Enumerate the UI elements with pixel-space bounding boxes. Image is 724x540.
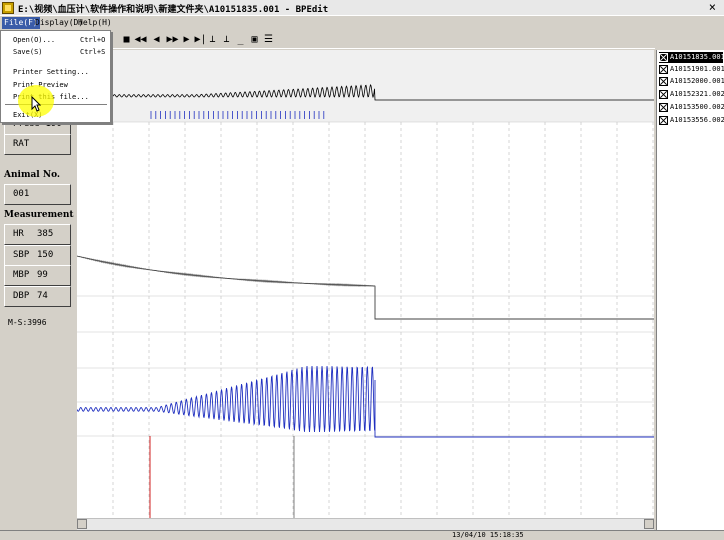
file-item[interactable]: A10153556.002 (659, 115, 724, 126)
ms-readout: M-S:3996 (8, 318, 47, 327)
mark-base-icon[interactable]: ⊥ (220, 33, 233, 47)
scroll-right-arrow[interactable] (644, 519, 654, 529)
file-checkbox-icon[interactable] (659, 115, 668, 125)
file-checkbox-icon[interactable] (659, 102, 668, 112)
mbp-field[interactable]: MBP 99 (4, 265, 71, 286)
file-menu-dropdown: Open(O)... Ctrl+O Save(S) Ctrl+S Printer… (0, 30, 111, 123)
file-checkbox-icon[interactable] (659, 76, 668, 86)
menu-item-printer-setting[interactable]: Printer Setting... (13, 68, 89, 76)
mark-peak-icon[interactable]: ⊥ (206, 33, 219, 47)
list-icon[interactable]: ☰ (262, 33, 275, 47)
animal-heading: Animal No. (4, 170, 61, 180)
rewind-icon[interactable]: ◀ (150, 33, 163, 47)
preview-icon[interactable]: ▣ (248, 33, 261, 47)
scroll-left-arrow[interactable] (77, 519, 87, 529)
status-bar: 13/04/10 15:18:35 (0, 530, 724, 540)
file-item[interactable]: A10152000.001 (659, 76, 724, 87)
dbp-value: 74 (37, 291, 48, 301)
menu-bar: File(F) Display(D) Help(H) (0, 16, 724, 30)
window-title: E:\视频\血压计\软件操作和说明\新建文件夹\A10151835.001 - … (18, 5, 329, 15)
baseline-icon[interactable]: _ (234, 33, 247, 47)
mouse-cursor-icon (31, 96, 41, 112)
dbp-field[interactable]: DBP 74 (4, 286, 71, 307)
horizontal-scrollbar[interactable] (77, 518, 654, 530)
sbp-field[interactable]: SBP 150 (4, 245, 71, 266)
animal-number-field[interactable]: 001 (4, 184, 71, 205)
rewind-fast-icon[interactable]: ◀◀ (134, 33, 147, 47)
menu-help[interactable]: Help(H) (76, 17, 114, 29)
hr-label: HR (13, 229, 24, 239)
app-icon (2, 2, 14, 14)
stop-icon[interactable]: ■ (120, 33, 133, 47)
file-list: A10151835.001 A10151901.001 A10152000.00… (656, 50, 724, 532)
close-button[interactable]: × (709, 0, 716, 14)
sbp-value: 150 (37, 250, 54, 260)
dbp-label: DBP (13, 291, 30, 301)
file-item[interactable]: A10151901.001 (659, 64, 724, 75)
file-item[interactable]: A10153500.002 (659, 102, 724, 113)
species-button[interactable]: RAT (4, 134, 71, 155)
forward-fast-icon[interactable]: ▶▶ (166, 33, 179, 47)
file-item[interactable]: A10151835.001 (659, 52, 724, 63)
waveform-plot[interactable] (77, 50, 654, 518)
file-checkbox-icon[interactable] (659, 89, 668, 99)
open-shortcut: Ctrl+O (80, 36, 106, 44)
hr-value: 385 (37, 229, 54, 239)
file-checkbox-icon[interactable] (659, 52, 668, 62)
measurement-heading: Measurement (4, 210, 74, 220)
menu-item-save[interactable]: Save(S) (13, 48, 43, 56)
menu-item-open[interactable]: Open(O)... (13, 36, 55, 44)
hr-field[interactable]: HR 385 (4, 224, 71, 245)
status-timestamp: 13/04/10 15:18:35 (452, 531, 524, 539)
file-item[interactable]: A10152321.002 (659, 89, 724, 100)
mbp-value: 99 (37, 270, 48, 280)
save-shortcut: Ctrl+S (80, 48, 106, 56)
toolbar: ■ ◀◀ ◀ ▶▶ ▶ ▶| ⊥ ⊥ _ ▣ ☰ (110, 31, 655, 49)
sbp-label: SBP (13, 250, 30, 260)
forward-icon[interactable]: ▶ (180, 33, 193, 47)
title-bar: E:\视频\血压计\软件操作和说明\新建文件夹\A10151835.001 - … (0, 0, 724, 16)
mbp-label: MBP (13, 270, 30, 280)
file-checkbox-icon[interactable] (659, 64, 668, 74)
